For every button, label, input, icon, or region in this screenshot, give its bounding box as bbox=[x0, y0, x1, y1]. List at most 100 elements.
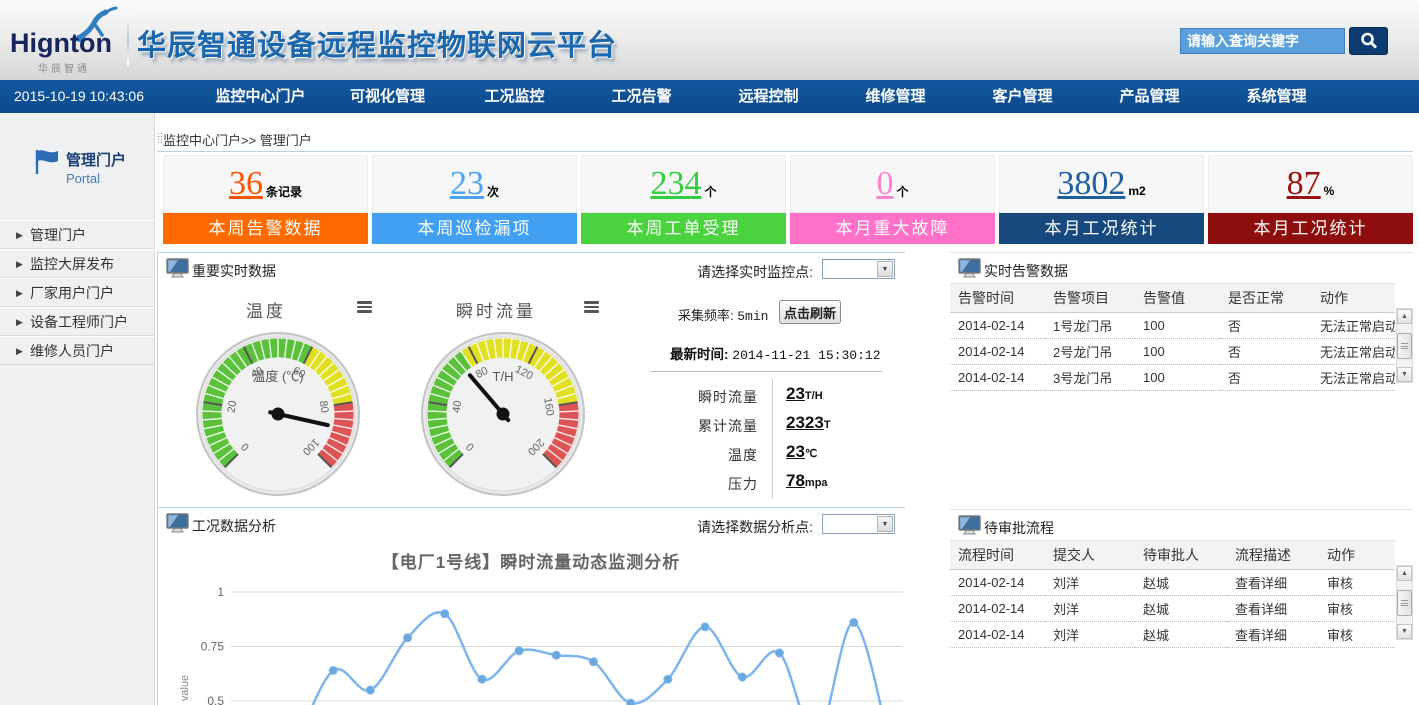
sidebar-item-label: 设备工程师门户 bbox=[30, 314, 128, 330]
svg-text:80: 80 bbox=[317, 400, 331, 414]
nav-item[interactable]: 可视化管理 bbox=[324, 80, 451, 113]
approval-table-scrollbar[interactable]: ▲ ▼ bbox=[1396, 565, 1413, 640]
temperature-gauge: 020406080100温度 (℃) bbox=[193, 329, 363, 499]
breadcrumb-text: 监控中心门户>> 管理门户 bbox=[163, 133, 312, 148]
scroll-up-icon[interactable]: ▲ bbox=[1397, 309, 1412, 324]
stat-card-unit: % bbox=[1324, 184, 1335, 198]
nav-item[interactable]: 产品管理 bbox=[1086, 80, 1213, 113]
nav-item[interactable]: 监控中心门户 bbox=[197, 80, 324, 113]
search-button[interactable] bbox=[1349, 27, 1388, 55]
content-divider bbox=[157, 151, 1413, 152]
table-cell[interactable]: 无法正常启动 bbox=[1312, 365, 1395, 391]
monitor-point-select-label: 请选择实时监控点: bbox=[697, 262, 813, 282]
stat-card-label[interactable]: 本月工况统计 bbox=[999, 213, 1204, 244]
table-row: 2014-02-14刘洋赵城查看详细审核 bbox=[950, 622, 1395, 648]
stat-card-value-area: 3802m2 bbox=[999, 155, 1204, 213]
chevron-down-icon[interactable]: ▼ bbox=[877, 261, 893, 277]
realtime-data-panel: 重要实时数据 请选择实时监控点: ▼ 温度 瞬时流量 020406080100温… bbox=[157, 252, 905, 507]
main-navbar: 2015-10-19 10:43:06 监控中心门户可视化管理工况监控工况告警远… bbox=[0, 80, 1419, 113]
alarm-panel-title: 实时告警数据 bbox=[984, 261, 1068, 281]
stat-card: 36条记录本周告警数据 bbox=[163, 155, 368, 244]
nav-item[interactable]: 维修管理 bbox=[832, 80, 959, 113]
analysis-panel-title: 工况数据分析 bbox=[192, 516, 276, 536]
chevron-down-icon[interactable]: ▼ bbox=[877, 516, 893, 532]
sidebar-item[interactable]: ▶监控大屏发布 bbox=[0, 249, 155, 278]
scroll-down-icon[interactable]: ▼ bbox=[1397, 367, 1412, 382]
table-cell: 刘洋 bbox=[1045, 622, 1135, 648]
stat-card-label[interactable]: 本周告警数据 bbox=[163, 213, 368, 244]
table-cell[interactable]: 无法正常启动 bbox=[1312, 339, 1395, 365]
gauge-flow-menu-icon[interactable] bbox=[584, 301, 599, 315]
nav-item[interactable]: 客户管理 bbox=[959, 80, 1086, 113]
analysis-point-select[interactable]: ▼ bbox=[822, 514, 895, 534]
table-cell: 刘洋 bbox=[1045, 596, 1135, 622]
table-cell[interactable]: 无法正常启动 bbox=[1312, 313, 1395, 339]
readout-name: 温度 bbox=[628, 445, 758, 465]
readout-unit: T bbox=[824, 419, 831, 431]
stat-card-value[interactable]: 23 bbox=[450, 167, 484, 201]
stat-card-value[interactable]: 87 bbox=[1287, 167, 1321, 201]
monitor-point-select[interactable]: ▼ bbox=[822, 259, 895, 279]
scrollbar-thumb[interactable] bbox=[1397, 333, 1412, 359]
chevron-right-icon: ▶ bbox=[16, 279, 23, 307]
nav-menu: 监控中心门户可视化管理工况监控工况告警远程控制维修管理客户管理产品管理系统管理 bbox=[197, 80, 1340, 113]
readout-value[interactable]: 23℃ bbox=[786, 442, 817, 462]
company-logo: Hignton 华辰智通 bbox=[10, 6, 130, 76]
svg-text:T/H: T/H bbox=[493, 369, 514, 384]
sidebar-menu: ▶管理门户▶监控大屏发布▶厂家用户门户▶设备工程师门户▶维修人员门户 bbox=[0, 220, 155, 365]
stat-card-label[interactable]: 本月重大故障 bbox=[790, 213, 995, 244]
table-cell: 2号龙门吊 bbox=[1045, 339, 1135, 365]
stat-card-value[interactable]: 0 bbox=[876, 167, 893, 201]
table-cell[interactable]: 审核 bbox=[1319, 596, 1395, 622]
table-cell: 2014-02-14 bbox=[950, 313, 1045, 339]
nav-item[interactable]: 系统管理 bbox=[1213, 80, 1340, 113]
analysis-chart: 10.750.5value bbox=[158, 576, 904, 705]
alarm-table: 告警时间告警项目告警值是否正常动作2014-02-141号龙门吊100否无法正常… bbox=[950, 283, 1395, 391]
gauge-temp-menu-icon[interactable] bbox=[357, 301, 372, 315]
table-cell: 1号龙门吊 bbox=[1045, 313, 1135, 339]
breadcrumb[interactable]: 监控中心门户>> 管理门户 bbox=[163, 130, 312, 149]
readout-value[interactable]: 23T/H bbox=[786, 384, 823, 404]
alarm-table-scrollbar[interactable]: ▲ ▼ bbox=[1396, 308, 1413, 383]
readout-value[interactable]: 2323T bbox=[786, 413, 831, 433]
sidebar-portal-header[interactable]: 管理门户 Portal bbox=[0, 145, 155, 205]
table-cell[interactable]: 审核 bbox=[1319, 622, 1395, 648]
column-header: 动作 bbox=[1312, 284, 1395, 313]
table-cell: 2014-02-14 bbox=[950, 365, 1045, 391]
stat-card-unit: 个 bbox=[896, 183, 908, 200]
stat-card-label[interactable]: 本周工单受理 bbox=[581, 213, 786, 244]
table-cell: 查看详细 bbox=[1227, 596, 1319, 622]
stat-card-label[interactable]: 本周巡检漏项 bbox=[372, 213, 577, 244]
top-header: Hignton 华辰智通 华辰智通设备远程监控物联网云平台 bbox=[0, 0, 1419, 80]
scroll-up-icon[interactable]: ▲ bbox=[1397, 566, 1412, 581]
sidebar-item[interactable]: ▶管理门户 bbox=[0, 220, 155, 249]
grip-icon bbox=[157, 132, 162, 145]
stat-card: 3802m2本月工况统计 bbox=[999, 155, 1204, 244]
table-cell: 2014-02-14 bbox=[950, 570, 1045, 596]
stat-card-value[interactable]: 36 bbox=[229, 167, 263, 201]
scrollbar-thumb[interactable] bbox=[1397, 590, 1412, 616]
stat-card-value[interactable]: 3802 bbox=[1057, 167, 1125, 201]
nav-item[interactable]: 工况告警 bbox=[578, 80, 705, 113]
sidebar-item[interactable]: ▶设备工程师门户 bbox=[0, 307, 155, 336]
scroll-down-icon[interactable]: ▼ bbox=[1397, 624, 1412, 639]
nav-item[interactable]: 工况监控 bbox=[451, 80, 578, 113]
table-cell: 查看详细 bbox=[1227, 622, 1319, 648]
table-cell[interactable]: 审核 bbox=[1319, 570, 1395, 596]
stat-card-value-area: 0个 bbox=[790, 155, 995, 213]
stat-card: 234个本周工单受理 bbox=[581, 155, 786, 244]
sidebar-item[interactable]: ▶维修人员门户 bbox=[0, 336, 155, 365]
nav-item[interactable]: 远程控制 bbox=[705, 80, 832, 113]
readout-value[interactable]: 78mpa bbox=[786, 471, 828, 491]
stat-card-value[interactable]: 234 bbox=[650, 167, 701, 201]
column-header: 告警值 bbox=[1135, 284, 1220, 313]
svg-text:温度 (℃): 温度 (℃) bbox=[252, 369, 303, 384]
frequency-label: 采集频率: 5min bbox=[678, 305, 768, 324]
flow-gauge: 04080120160200T/H bbox=[418, 329, 588, 499]
refresh-button[interactable]: 点击刷新 bbox=[779, 300, 841, 324]
readout-name: 压力 bbox=[628, 474, 758, 494]
search-input[interactable] bbox=[1180, 28, 1345, 54]
sidebar-item[interactable]: ▶厂家用户门户 bbox=[0, 278, 155, 307]
table-row: 2014-02-14刘洋赵城查看详细审核 bbox=[950, 596, 1395, 622]
stat-card-label[interactable]: 本月工况统计 bbox=[1208, 213, 1413, 244]
